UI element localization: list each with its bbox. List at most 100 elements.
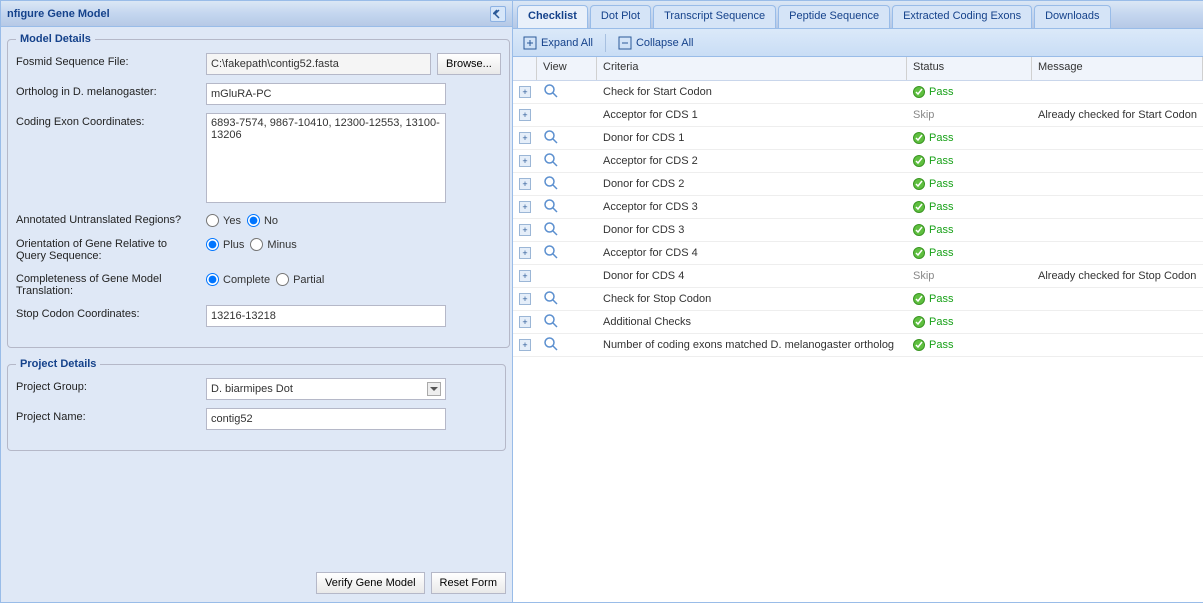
expand-row-icon[interactable]: + bbox=[519, 86, 531, 98]
annot-no-radio[interactable]: No bbox=[247, 214, 278, 227]
check-icon bbox=[913, 178, 925, 190]
collapse-left-icon[interactable] bbox=[490, 6, 506, 22]
tab-dot-plot[interactable]: Dot Plot bbox=[590, 5, 651, 28]
expand-row-icon[interactable]: + bbox=[519, 270, 531, 282]
criteria-cell: Donor for CDS 3 bbox=[597, 221, 907, 239]
reset-form-button[interactable]: Reset Form bbox=[431, 572, 506, 594]
table-row: + Number of coding exons matched D. melan… bbox=[513, 334, 1203, 357]
tab-peptide-sequence[interactable]: Peptide Sequence bbox=[778, 5, 890, 28]
expand-row-icon[interactable]: + bbox=[519, 339, 531, 351]
toolbar-separator bbox=[605, 34, 606, 52]
criteria-cell: Acceptor for CDS 4 bbox=[597, 244, 907, 262]
chevron-down-icon bbox=[427, 382, 441, 396]
magnifier-icon[interactable] bbox=[543, 175, 559, 191]
complete-complete-radio[interactable]: Complete bbox=[206, 273, 270, 286]
message-cell bbox=[1032, 342, 1203, 348]
checklist-toolbar: Expand All Collapse All bbox=[513, 29, 1203, 57]
expand-row-icon[interactable]: + bbox=[519, 293, 531, 305]
collapse-all-button[interactable]: Collapse All bbox=[614, 34, 697, 52]
header-expander bbox=[513, 57, 537, 80]
expand-row-icon[interactable]: + bbox=[519, 201, 531, 213]
message-cell bbox=[1032, 204, 1203, 210]
expand-row-icon[interactable]: + bbox=[519, 132, 531, 144]
message-cell bbox=[1032, 250, 1203, 256]
header-criteria[interactable]: Criteria bbox=[597, 57, 907, 80]
panel-header: nfigure Gene Model bbox=[1, 1, 512, 27]
table-row: +Donor for CDS 2Pass bbox=[513, 173, 1203, 196]
table-row: +Additional ChecksPass bbox=[513, 311, 1203, 334]
check-icon bbox=[913, 247, 925, 259]
panel-title: nfigure Gene Model bbox=[7, 8, 110, 20]
magnifier-icon[interactable] bbox=[543, 244, 559, 260]
fosmid-label: Fosmid Sequence File: bbox=[16, 53, 206, 68]
table-row: +Donor for CDS 4SkipAlready checked for … bbox=[513, 265, 1203, 288]
check-icon bbox=[913, 316, 925, 328]
orient-plus-radio[interactable]: Plus bbox=[206, 238, 244, 251]
header-message[interactable]: Message bbox=[1032, 57, 1203, 80]
status-cell: Pass bbox=[907, 244, 1032, 262]
stop-codon-label: Stop Codon Coordinates: bbox=[16, 305, 206, 320]
project-name-input[interactable] bbox=[206, 408, 446, 430]
tab-checklist[interactable]: Checklist bbox=[517, 5, 588, 28]
expand-all-button[interactable]: Expand All bbox=[519, 34, 597, 52]
message-cell bbox=[1032, 158, 1203, 164]
expand-row-icon[interactable]: + bbox=[519, 109, 531, 121]
check-icon bbox=[913, 293, 925, 305]
fosmid-input[interactable] bbox=[206, 53, 431, 75]
header-status[interactable]: Status bbox=[907, 57, 1032, 80]
tabstrip: ChecklistDot PlotTranscript SequencePept… bbox=[513, 1, 1203, 29]
annot-utr-label: Annotated Untranslated Regions? bbox=[16, 211, 206, 226]
status-cell: Pass bbox=[907, 152, 1032, 170]
expand-row-icon[interactable]: + bbox=[519, 224, 531, 236]
magnifier-icon[interactable] bbox=[543, 152, 559, 168]
magnifier-icon[interactable] bbox=[543, 313, 559, 329]
check-icon bbox=[913, 339, 925, 351]
criteria-cell: Acceptor for CDS 3 bbox=[597, 198, 907, 216]
tab-extracted-coding-exons[interactable]: Extracted Coding Exons bbox=[892, 5, 1032, 28]
table-row: +Acceptor for CDS 3Pass bbox=[513, 196, 1203, 219]
coding-exon-textarea[interactable] bbox=[206, 113, 446, 203]
check-icon bbox=[913, 86, 925, 98]
expand-row-icon[interactable]: + bbox=[519, 316, 531, 328]
orient-minus-radio[interactable]: Minus bbox=[250, 238, 296, 251]
message-cell bbox=[1032, 319, 1203, 325]
criteria-cell: Donor for CDS 4 bbox=[597, 267, 907, 285]
magnifier-icon[interactable] bbox=[543, 198, 559, 214]
tab-transcript-sequence[interactable]: Transcript Sequence bbox=[653, 5, 776, 28]
check-icon bbox=[913, 201, 925, 213]
criteria-cell: Acceptor for CDS 2 bbox=[597, 152, 907, 170]
magnifier-icon[interactable] bbox=[543, 290, 559, 306]
verify-gene-model-button[interactable]: Verify Gene Model bbox=[316, 572, 425, 594]
magnifier-icon[interactable] bbox=[543, 129, 559, 145]
ortholog-input[interactable] bbox=[206, 83, 446, 105]
status-cell: Pass bbox=[907, 336, 1032, 354]
tab-downloads[interactable]: Downloads bbox=[1034, 5, 1110, 28]
project-details-legend: Project Details bbox=[16, 358, 100, 370]
table-row: +Check for Start CodonPass bbox=[513, 81, 1203, 104]
stop-codon-input[interactable] bbox=[206, 305, 446, 327]
status-cell: Skip bbox=[907, 106, 1032, 124]
status-cell: Pass bbox=[907, 175, 1032, 193]
project-name-label: Project Name: bbox=[16, 408, 206, 423]
expand-row-icon[interactable]: + bbox=[519, 178, 531, 190]
magnifier-icon[interactable] bbox=[543, 221, 559, 237]
coding-label: Coding Exon Coordinates: bbox=[16, 113, 206, 128]
annot-yes-radio[interactable]: Yes bbox=[206, 214, 241, 227]
criteria-cell: Number of coding exons matched D. melano… bbox=[597, 336, 907, 354]
message-cell: Already checked for Start Codon bbox=[1032, 106, 1203, 124]
model-details-legend: Model Details bbox=[16, 33, 95, 45]
magnifier-icon[interactable] bbox=[543, 83, 559, 99]
message-cell bbox=[1032, 135, 1203, 141]
browse-button[interactable]: Browse... bbox=[437, 53, 501, 75]
button-row: Verify Gene Model Reset Form bbox=[1, 568, 512, 602]
table-row: +Check for Stop CodonPass bbox=[513, 288, 1203, 311]
expand-row-icon[interactable]: + bbox=[519, 155, 531, 167]
status-cell: Pass bbox=[907, 83, 1032, 101]
header-view[interactable]: View bbox=[537, 57, 597, 80]
magnifier-icon[interactable] bbox=[543, 336, 559, 352]
expand-row-icon[interactable]: + bbox=[519, 247, 531, 259]
complete-partial-radio[interactable]: Partial bbox=[276, 273, 324, 286]
project-group-select[interactable]: D. biarmipes Dot bbox=[206, 378, 446, 400]
form-body: Model Details Fosmid Sequence File: Brow… bbox=[1, 27, 512, 568]
check-icon bbox=[913, 132, 925, 144]
